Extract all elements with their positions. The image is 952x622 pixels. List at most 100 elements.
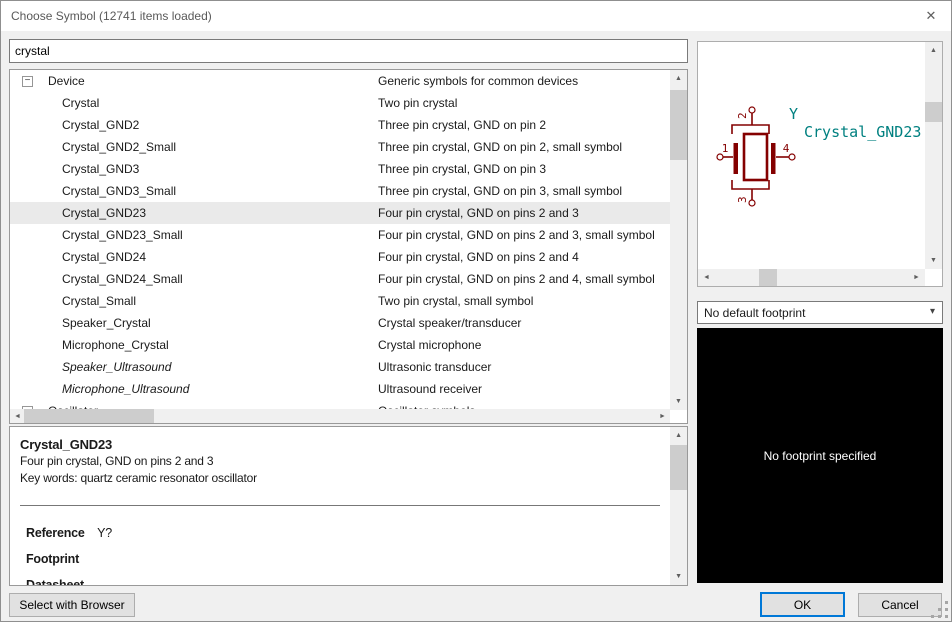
tree-item-label: Speaker_Ultrasound (44, 360, 378, 374)
field-label: Reference (26, 526, 94, 540)
tree-row[interactable]: Crystal_GND3 Three pin crystal, GND on p… (10, 158, 670, 180)
tree-row[interactable]: Microphone_Ultrasound Ultrasound receive… (10, 378, 670, 400)
choose-symbol-dialog: Choose Symbol (12741 items loaded) ✕ − D… (0, 0, 952, 622)
chevron-down-icon: ▾ (930, 306, 935, 317)
tree-row[interactable]: Crystal_GND24_Small Four pin crystal, GN… (10, 268, 670, 290)
symbol-name-label: Crystal_GND23 (804, 123, 921, 141)
symbol-tree-panel: − Device Generic symbols for common devi… (9, 69, 688, 424)
tree-item-description: Two pin crystal (378, 96, 670, 110)
scrollbar-thumb[interactable] (759, 269, 777, 286)
tree-item-label: Crystal_GND23_Small (44, 228, 378, 242)
tree-horizontal-scrollbar[interactable]: ◄ ► (10, 409, 670, 423)
tree-item-label: Crystal_GND2 (44, 118, 378, 132)
tree-item-label: Crystal_GND3 (44, 162, 378, 176)
tree-item-description: Four pin crystal, GND on pins 2 and 4, s… (378, 272, 670, 286)
detail-field-reference: Reference Y? (26, 526, 670, 540)
scrollbar-corner (925, 269, 942, 286)
footprint-select[interactable]: No default footprint ▾ (697, 301, 943, 324)
scroll-up-icon[interactable]: ▲ (925, 42, 942, 59)
tree-item-label: Crystal_Small (44, 294, 378, 308)
footprint-select-value: No default footprint (704, 306, 805, 320)
tree-row[interactable]: Speaker_Crystal Crystal speaker/transduc… (10, 312, 670, 334)
field-value: Y? (97, 526, 112, 540)
tree-item-label: Crystal_GND23 (44, 206, 378, 220)
tree-row[interactable]: Crystal_GND2 Three pin crystal, GND on p… (10, 114, 670, 136)
field-label: Footprint (26, 552, 94, 566)
scroll-up-icon[interactable]: ▲ (670, 427, 687, 444)
tree-item-description: Crystal speaker/transducer (378, 316, 670, 330)
scrollbar-thumb[interactable] (925, 102, 942, 122)
field-label: Datasheet (26, 578, 94, 585)
footprint-preview-message: No footprint specified (764, 449, 877, 463)
symbol-details-content: Crystal_GND23 Four pin crystal, GND on p… (10, 427, 670, 585)
tree-item-description: Three pin crystal, GND on pin 2 (378, 118, 670, 132)
tree-item-description: Four pin crystal, GND on pins 2 and 3 (378, 206, 670, 220)
window-title: Choose Symbol (12741 items loaded) (11, 9, 212, 23)
preview-vertical-scrollbar[interactable]: ▲ ▼ (925, 42, 942, 269)
scroll-down-icon[interactable]: ▼ (670, 393, 687, 410)
symbol-preview-panel: 1 2 3 4 Y Crystal_GND23 ▲ ▼ ◄ ► (697, 41, 943, 287)
symbol-search-input[interactable] (9, 39, 688, 63)
tree-item-label: Crystal_GND2_Small (44, 140, 378, 154)
scrollbar-thumb[interactable] (670, 445, 687, 490)
preview-horizontal-scrollbar[interactable]: ◄ ► (698, 269, 925, 286)
tree-item-description: Generic symbols for common devices (378, 74, 670, 88)
detail-symbol-name: Crystal_GND23 (20, 437, 670, 453)
bottom-bracket (732, 180, 769, 189)
detail-keywords: Key words: quartz ceramic resonator osci… (20, 470, 670, 487)
scroll-right-icon[interactable]: ► (908, 269, 925, 286)
detail-field-footprint: Footprint (26, 552, 670, 566)
scroll-right-icon[interactable]: ► (655, 409, 670, 423)
tree-item-description: Ultrasonic transducer (378, 360, 670, 374)
tree-row[interactable]: Crystal Two pin crystal (10, 92, 670, 114)
tree-item-description: Ultrasound receiver (378, 382, 670, 396)
tree-item-description: Four pin crystal, GND on pins 2 and 3, s… (378, 228, 670, 242)
collapse-icon[interactable]: − (22, 76, 33, 87)
tree-row[interactable]: Crystal_GND2_Small Three pin crystal, GN… (10, 136, 670, 158)
symbol-details-panel: Crystal_GND23 Four pin crystal, GND on p… (9, 426, 688, 586)
tree-row[interactable]: Microphone_Crystal Crystal microphone (10, 334, 670, 356)
scroll-left-icon[interactable]: ◄ (698, 269, 715, 286)
pin-number-2: 2 (736, 112, 749, 119)
tree-item-label: Crystal (44, 96, 378, 110)
tree-row[interactable]: Crystal_GND23_Small Four pin crystal, GN… (10, 224, 670, 246)
tree-row[interactable]: Crystal_GND3_Small Three pin crystal, GN… (10, 180, 670, 202)
scroll-up-icon[interactable]: ▲ (670, 70, 687, 87)
scroll-left-icon[interactable]: ◄ (10, 409, 25, 423)
scrollbar-thumb[interactable] (670, 90, 687, 160)
pin-number-1: 1 (722, 142, 729, 155)
tree-item-label: Microphone_Crystal (44, 338, 378, 352)
detail-description: Four pin crystal, GND on pins 2 and 3 (20, 453, 670, 470)
tree-row[interactable]: Crystal_GND24 Four pin crystal, GND on p… (10, 246, 670, 268)
scroll-down-icon[interactable]: ▼ (670, 568, 687, 585)
tree-row[interactable]: Speaker_Ultrasound Ultrasonic transducer (10, 356, 670, 378)
tree-row-selected[interactable]: Crystal_GND23 Four pin crystal, GND on p… (10, 202, 670, 224)
select-with-browser-button[interactable]: Select with Browser (9, 593, 135, 617)
ok-button[interactable]: OK (760, 592, 845, 617)
pin-number-4: 4 (783, 142, 790, 155)
tree-item-description: Crystal microphone (378, 338, 670, 352)
tree-item-label: Device (44, 74, 378, 88)
tree-row-device[interactable]: − Device Generic symbols for common devi… (10, 70, 670, 92)
tree-item-label: Speaker_Crystal (44, 316, 378, 330)
details-vertical-scrollbar[interactable]: ▲ ▼ (670, 427, 687, 585)
tree-vertical-scrollbar[interactable]: ▲ ▼ (670, 70, 687, 410)
tree-row[interactable]: Crystal_Small Two pin crystal, small sym… (10, 290, 670, 312)
scrollbar-thumb[interactable] (24, 409, 154, 423)
symbol-preview-drawing: 1 2 3 4 Y Crystal_GND23 (698, 42, 925, 269)
pin-number-3: 3 (736, 196, 749, 203)
tree-item-description: Four pin crystal, GND on pins 2 and 4 (378, 250, 670, 264)
tree-item-description: Three pin crystal, GND on pin 3 (378, 162, 670, 176)
tree-item-description: Three pin crystal, GND on pin 3, small s… (378, 184, 670, 198)
tree-item-label: Crystal_GND3_Small (44, 184, 378, 198)
scroll-down-icon[interactable]: ▼ (925, 252, 942, 269)
tree-item-label: Crystal_GND24_Small (44, 272, 378, 286)
resize-grip[interactable] (929, 599, 949, 619)
footprint-preview-panel: No footprint specified (697, 328, 943, 583)
title-bar: Choose Symbol (12741 items loaded) ✕ (1, 1, 951, 31)
symbol-tree: − Device Generic symbols for common devi… (10, 70, 670, 410)
symbol-reference-label: Y (789, 105, 798, 123)
close-icon[interactable]: ✕ (922, 8, 940, 24)
details-divider (20, 505, 660, 506)
detail-field-datasheet: Datasheet (26, 578, 670, 585)
